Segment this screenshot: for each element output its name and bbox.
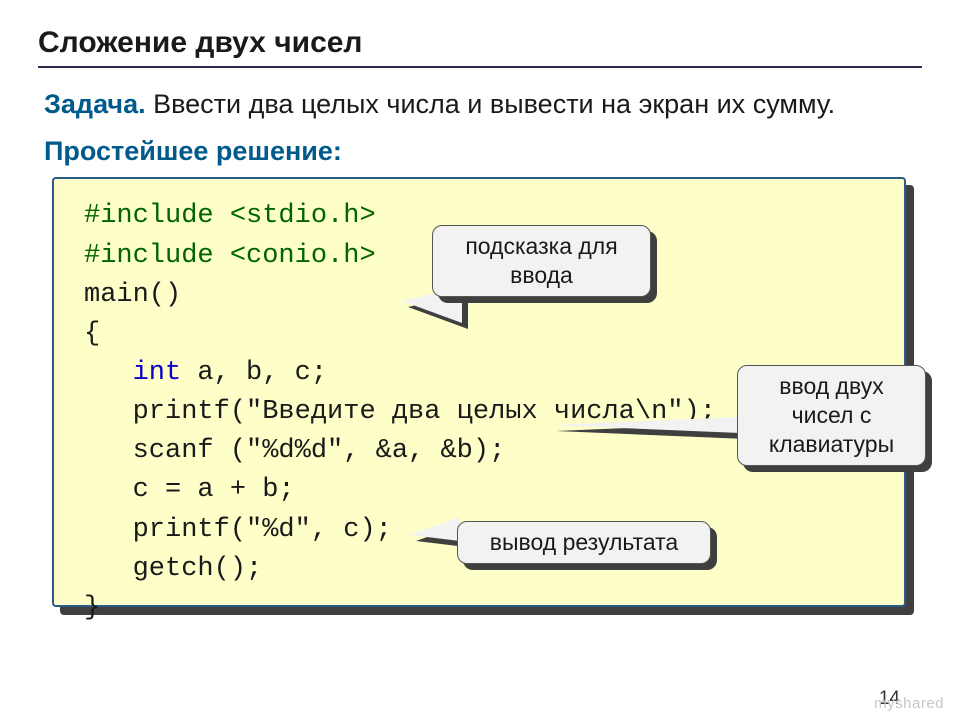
code-line-2: #include <conio.h> — [84, 241, 376, 271]
code-block-wrap: #include <stdio.h> #include <conio.h> ma… — [52, 177, 922, 607]
code-line-7: scanf ("%d%d", &a, &b); — [84, 436, 505, 466]
code-line-9: printf("%d", c); — [84, 515, 392, 545]
callout-input-text: ввод двухчисел склавиатуры — [737, 365, 926, 465]
task-label: Задача. — [44, 89, 146, 119]
watermark: myshared — [874, 695, 944, 712]
code-line-5: int a, b, c; — [84, 358, 327, 388]
code-line-11: } — [84, 593, 100, 623]
code-line-1: #include <stdio.h> — [84, 201, 376, 231]
code-line-10: getch(); — [84, 554, 262, 584]
slide-title: Сложение двух чисел — [38, 26, 922, 60]
task-body: Ввести два целых числа и вывести на экра… — [146, 89, 836, 119]
subheading: Простейшее решение: — [44, 136, 922, 167]
callout-output-text: вывод результата — [457, 521, 711, 564]
code-line-8: c = a + b; — [84, 475, 295, 505]
title-divider — [38, 66, 922, 68]
callout-hint: подсказка дляввода — [432, 225, 651, 297]
task-text: Задача. Ввести два целых числа и вывести… — [44, 86, 922, 122]
code-line-4: { — [84, 319, 100, 349]
callout-hint-text: подсказка дляввода — [432, 225, 651, 297]
slide-root: Сложение двух чисел Задача. Ввести два ц… — [0, 0, 960, 720]
code-line-3: main() — [84, 280, 181, 310]
callout-input: ввод двухчисел склавиатуры — [737, 365, 926, 465]
callout-output: вывод результата — [457, 521, 711, 564]
